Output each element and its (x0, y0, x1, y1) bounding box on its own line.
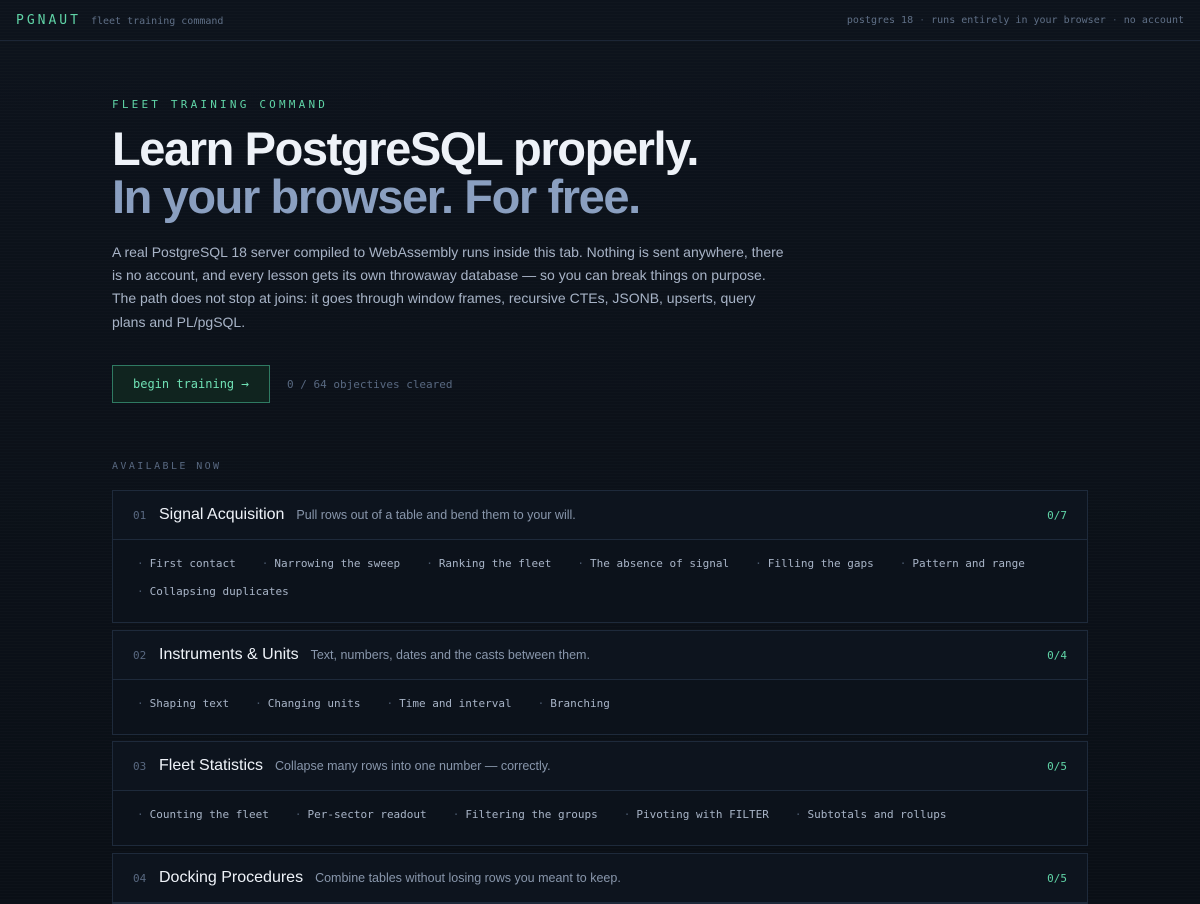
lesson-label: Collapsing duplicates (149, 585, 289, 598)
module-number: 02 (133, 648, 147, 662)
hero-title: Learn PostgreSQL properly. (112, 122, 699, 175)
bullet-icon: · (294, 808, 302, 821)
module-header[interactable]: 03 Fleet Statistics Collapse many rows int… (113, 742, 1087, 791)
meta-version: postgres 18 (846, 14, 914, 26)
bullet-icon: · (255, 697, 262, 710)
hero-description: A real PostgreSQL 18 server compiled to … (112, 244, 784, 330)
lesson-item[interactable]: · Subtotals and rollups (795, 807, 947, 835)
bullet-icon: · (899, 557, 907, 570)
module-title: Instruments & Units (159, 646, 299, 663)
hero-eyebrow: FLEET TRAINING COMMAND (112, 98, 329, 111)
brand-logo: PGNAUT (16, 12, 81, 28)
bullet-icon: · (755, 557, 762, 570)
lesson-item[interactable]: · Counting the fleet (137, 807, 269, 835)
module-number: 03 (133, 759, 147, 773)
lesson-item[interactable]: · First contact (137, 556, 236, 584)
bullet-icon: · (261, 557, 269, 570)
module-card[interactable]: 02 Instruments & Units Text, numbers, date… (112, 630, 1088, 735)
lesson-item[interactable]: · Filtering the groups (453, 807, 598, 835)
bullet-icon: · (386, 697, 394, 710)
begin-training-label: begin training (133, 377, 235, 391)
bullet-icon: · (452, 808, 460, 821)
module-description: Text, numbers, dates and the casts betwe… (310, 648, 590, 662)
lesson-list: · First contact · Narrowing the sweep · Ranki… (113, 540, 1087, 622)
lesson-label: Per-sector readout (307, 808, 427, 821)
hero: FLEET TRAINING COMMAND Learn PostgreSQL … (112, 98, 812, 334)
module-description: Pull rows out of a table and bend them t… (296, 508, 576, 522)
module-card[interactable]: 01 Signal Acquisition Pull rows out of a t… (112, 490, 1088, 623)
lesson-label: Ranking the fleet (438, 557, 552, 570)
lesson-item[interactable]: · Ranking the fleet (426, 556, 551, 584)
bullet-icon: · (137, 808, 144, 821)
module-description: Combine tables without losing rows you m… (315, 871, 621, 885)
meta-browser: runs entirely in your browser (931, 14, 1106, 26)
begin-training-button[interactable]: begin training → (112, 365, 270, 403)
module-progress: 0/5 (1047, 871, 1067, 885)
bullet-icon: · (577, 557, 585, 570)
meta-account: no account (1123, 14, 1184, 26)
lesson-item[interactable]: · Changing units (255, 696, 360, 724)
lesson-label: First contact (149, 557, 236, 570)
lesson-label: Changing units (267, 697, 361, 710)
lesson-item[interactable]: · Collapsing duplicates (137, 584, 289, 612)
bullet-icon: · (794, 808, 802, 821)
lesson-label: Pivoting with FILTER (636, 808, 769, 821)
lesson-item[interactable]: · Time and interval (386, 696, 511, 724)
hero-subtitle: In your browser. For free. (112, 170, 641, 223)
lesson-item[interactable]: · Narrowing the sweep (262, 556, 400, 584)
lesson-item[interactable]: · Pivoting with FILTER (624, 807, 769, 835)
module-card[interactable]: 03 Fleet Statistics Collapse many rows int… (112, 741, 1088, 846)
module-title: Fleet Statistics (159, 757, 264, 774)
lesson-label: The absence of signal (590, 557, 730, 570)
lesson-item[interactable]: · Per-sector readout (295, 807, 427, 835)
brand-subtitle: fleet training command (90, 15, 224, 27)
meta-separator: · (1111, 14, 1118, 26)
cta-row: begin training → 0 / 64 objectives clear… (112, 365, 453, 403)
module-header[interactable]: 01 Signal Acquisition Pull rows out of a t… (113, 491, 1087, 540)
bullet-icon: · (426, 557, 433, 570)
lesson-label: Time and interval (399, 697, 512, 710)
top-meta: postgres 18 · runs entirely in your brow… (847, 15, 1184, 26)
bullet-icon: · (137, 557, 144, 570)
module-title: Signal Acquisition (159, 506, 285, 523)
lesson-label: Filtering the groups (465, 808, 598, 821)
lesson-label: Branching (550, 697, 610, 710)
top-bar: PGNAUT fleet training command postgres 1… (0, 0, 1200, 41)
module-number: 04 (133, 871, 147, 885)
module-title: Docking Procedures (159, 869, 304, 886)
brand[interactable]: PGNAUT fleet training command (16, 13, 223, 28)
arrow-right-icon: → (241, 376, 249, 392)
meta-separator: · (919, 14, 926, 26)
module-description: Collapse many rows into one number — cor… (275, 759, 551, 773)
module-progress: 0/5 (1047, 759, 1067, 773)
lesson-item[interactable]: · Shaping text (137, 696, 229, 724)
lesson-label: Filling the gaps (767, 557, 874, 570)
lesson-list: · Shaping text · Changing units · Time and in… (113, 680, 1087, 734)
bullet-icon: · (137, 697, 144, 710)
lesson-label: Narrowing the sweep (274, 557, 401, 570)
bullet-icon: · (137, 585, 144, 598)
lesson-label: Shaping text (149, 697, 230, 710)
module-progress: 0/7 (1047, 508, 1067, 522)
module-number: 01 (133, 508, 147, 522)
bullet-icon: · (623, 808, 631, 821)
lesson-item[interactable]: · The absence of signal (577, 556, 729, 584)
lesson-label: Subtotals and rollups (807, 808, 947, 821)
objectives-progress: 0 / 64 objectives cleared (286, 377, 453, 391)
section-label: AVAILABLE NOW (112, 461, 222, 472)
lesson-item[interactable]: · Filling the gaps (755, 556, 874, 584)
lesson-label: Counting the fleet (149, 808, 269, 821)
module-card[interactable]: 04 Docking Procedures Combine tables witho… (112, 853, 1088, 904)
module-header[interactable]: 04 Docking Procedures Combine tables witho… (113, 854, 1087, 903)
module-header[interactable]: 02 Instruments & Units Text, numbers, date… (113, 631, 1087, 680)
module-progress: 0/4 (1047, 648, 1067, 662)
lesson-list: · Counting the fleet · Per-sector readout · F… (113, 791, 1087, 845)
lesson-item[interactable]: · Branching (538, 696, 610, 724)
lesson-label: Pattern and range (912, 557, 1025, 570)
lesson-item[interactable]: · Pattern and range (900, 556, 1025, 584)
bullet-icon: · (537, 697, 545, 710)
